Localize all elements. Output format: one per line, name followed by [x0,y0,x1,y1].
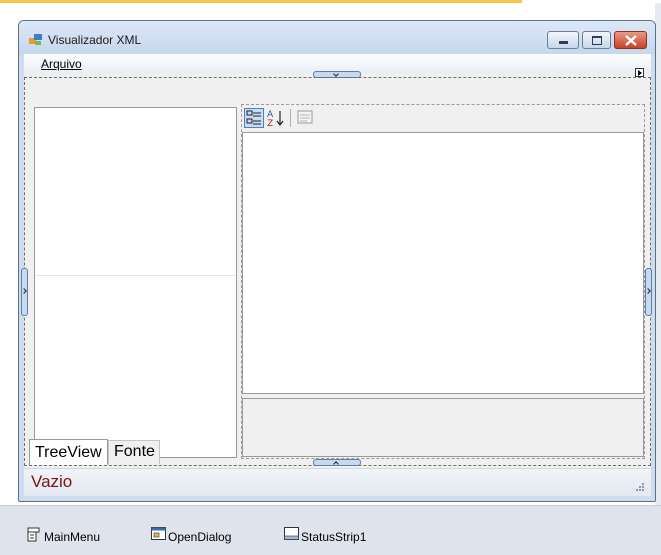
tab-treeview[interactable]: TreeView [29,439,108,465]
form-window[interactable]: Visualizador XML Arquivo A Z TreeView Fo… [18,20,656,502]
collapse-right-tab[interactable] [645,268,652,316]
close-button[interactable] [614,31,647,49]
component-tray: MainMenu OpenDialog StatusStrip1 [0,505,661,555]
status-strip-icon [284,527,299,540]
svg-text:Z: Z [267,119,273,128]
minimize-button[interactable] [547,31,579,49]
tray-label-opendialog: OpenDialog [168,530,232,544]
collapse-left-tab[interactable] [21,268,28,316]
split-container: A Z [21,77,652,466]
categorized-icon [246,110,261,125]
toolbar-separator [290,109,291,127]
open-dialog-icon [151,527,166,540]
alphabetical-button[interactable]: A Z [266,108,286,129]
tray-label-statusstrip: StatusStrip1 [301,530,367,544]
property-pages-icon [297,110,313,124]
property-grid-list[interactable] [242,132,644,394]
menu-smart-tag-arrow-icon[interactable] [635,68,644,77]
collapse-bottom-tab[interactable] [313,459,361,466]
tab-fonte[interactable]: Fonte [108,440,160,464]
tray-label-mainmenu: MainMenu [44,530,101,544]
window-title: Visualizador XML [48,33,142,47]
tree-divider [35,275,236,276]
property-grid-toolbar: A Z [242,105,644,130]
status-strip: Vazio [24,468,651,496]
property-grid-help-pane [242,398,644,457]
title-bar[interactable]: Visualizador XML [19,21,655,54]
property-grid: A Z [241,104,645,459]
app-icon [29,34,42,45]
resize-grip-icon[interactable] [635,482,645,492]
form-client-area: Arquivo A Z TreeView Fonte Vazio [21,54,652,496]
alphabetical-sort-icon: A Z [267,110,284,129]
tree-view[interactable] [34,107,237,458]
status-label: Vazio [31,472,73,491]
close-icon [625,35,637,46]
maximize-button[interactable] [582,31,611,49]
categorized-button[interactable] [244,108,264,128]
property-pages-button[interactable] [296,108,316,128]
menu-item-arquivo[interactable]: Arquivo [41,57,82,71]
main-menu-icon [27,527,40,542]
